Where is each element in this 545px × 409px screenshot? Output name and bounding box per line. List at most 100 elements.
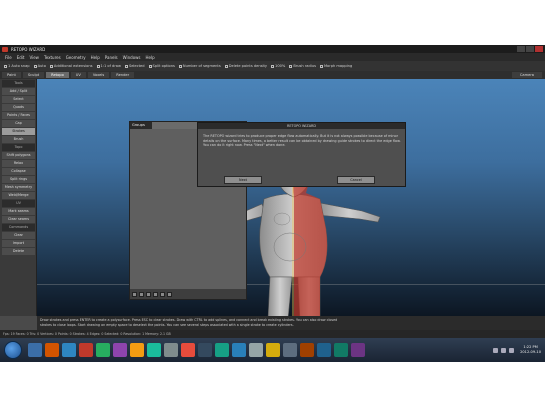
next-button[interactable]: Next [224, 176, 262, 184]
tool-button[interactable]: Weld/Merge [2, 192, 35, 199]
close-icon[interactable] [535, 46, 543, 52]
tab-retopo[interactable]: Retopo [46, 72, 69, 78]
maximize-icon[interactable] [526, 46, 534, 52]
add-group-icon[interactable] [132, 291, 137, 297]
menu-item[interactable]: Help [146, 55, 155, 60]
taskbar-app-icon[interactable] [45, 343, 59, 357]
tool-button[interactable]: Clear seams [2, 216, 35, 223]
menu-item[interactable]: Panels [105, 55, 118, 60]
taskbar-app-icon[interactable] [113, 343, 127, 357]
option-toggle[interactable]: 1 Auto snap [4, 64, 30, 68]
option-toggle[interactable]: 100% [271, 64, 285, 68]
option-label: 100% [275, 64, 286, 68]
taskbar-app-icon[interactable] [79, 343, 93, 357]
option-toggle[interactable]: Number of segments [178, 64, 221, 68]
tool-button[interactable]: Collapse [2, 168, 35, 175]
menu-item[interactable]: Textures [44, 55, 61, 60]
taskbar-app-icon[interactable] [181, 343, 195, 357]
camera-dropdown[interactable]: Camera [511, 72, 542, 78]
tab-voxels[interactable]: Voxels [87, 72, 110, 78]
taskbar-app-icon[interactable] [96, 343, 110, 357]
cancel-button[interactable]: Cancel [337, 176, 375, 184]
tab-sculpt[interactable]: Sculpt [22, 72, 45, 78]
eye-icon[interactable] [146, 291, 151, 297]
menu-item[interactable]: File [5, 55, 12, 60]
tool-button[interactable]: Import [2, 240, 35, 247]
tool-button[interactable]: Shift polygons [2, 152, 35, 159]
taskbar-app-icon[interactable] [283, 343, 297, 357]
taskbar-app-icon[interactable] [232, 343, 246, 357]
taskbar-app-icon[interactable] [130, 343, 144, 357]
taskbar-app-icon[interactable] [198, 343, 212, 357]
menu-item[interactable]: Edit [17, 55, 25, 60]
menu-bar: File Edit View Textures Geometry Help Panels Wi… [0, 53, 545, 61]
menu-item[interactable]: Geometry [66, 55, 86, 60]
tool-button[interactable]: Relax [2, 160, 35, 167]
taskbar-app-icon[interactable] [62, 343, 76, 357]
taskbar-app-icon[interactable] [164, 343, 178, 357]
tool-button[interactable]: Quads [2, 104, 35, 111]
lock-icon[interactable] [153, 291, 158, 297]
tab-uv[interactable]: UV [70, 72, 86, 78]
taskbar-app-icon[interactable] [249, 343, 263, 357]
taskbar-app-icon[interactable] [266, 343, 280, 357]
start-button[interactable] [4, 341, 22, 359]
option-toggle[interactable]: Brush radius [289, 64, 316, 68]
taskbar-app-icon[interactable] [300, 343, 314, 357]
taskbar-app-icon[interactable] [28, 343, 42, 357]
tool-button[interactable]: Split rings [2, 176, 35, 183]
tool-button[interactable]: Clear [2, 232, 35, 239]
taskbar-app-icon[interactable] [317, 343, 331, 357]
network-icon[interactable] [501, 347, 507, 353]
option-toggle[interactable]: 1:1 of draw [96, 64, 121, 68]
tool-button[interactable]: Mark seams [2, 208, 35, 215]
tool-button[interactable]: Strokes [2, 128, 35, 135]
tab-render[interactable]: Render [111, 72, 135, 78]
option-label: Morph mapping [323, 64, 353, 68]
option-toggle[interactable]: Auto [33, 64, 46, 68]
groups-toolbar [130, 289, 246, 299]
checkbox-icon[interactable] [33, 64, 37, 68]
checkbox-icon[interactable] [96, 64, 100, 68]
option-toggle[interactable]: Selected [124, 64, 145, 68]
checkbox-icon[interactable] [289, 64, 293, 68]
menu-item[interactable]: View [29, 55, 39, 60]
checkbox-icon[interactable] [49, 64, 53, 68]
checkbox-icon[interactable] [224, 64, 228, 68]
3d-viewport[interactable]: Groups RETOPO WIZARD The RETOPO wizard t… [37, 79, 545, 316]
folder-icon[interactable] [139, 291, 144, 297]
option-label: Brush radius [293, 64, 316, 68]
option-toggle[interactable]: Delete points density [224, 64, 267, 68]
tool-button[interactable]: Delete [2, 248, 35, 255]
clock[interactable]: 1:22 PM 2012-09-10 [520, 345, 541, 355]
option-toggle[interactable]: Morph mapping [319, 64, 353, 68]
menu-item[interactable]: Windows [123, 55, 141, 60]
tools-panel: Tools Add / Split Select Quads Points / Face… [0, 79, 37, 316]
tool-button[interactable]: Brush [2, 136, 35, 143]
checkbox-icon[interactable] [178, 64, 182, 68]
checkbox-icon[interactable] [148, 64, 152, 68]
checkbox-icon[interactable] [271, 64, 275, 68]
flag-icon[interactable] [493, 347, 499, 353]
taskbar-app-icon[interactable] [215, 343, 229, 357]
volume-icon[interactable] [509, 347, 515, 353]
tool-button[interactable]: Select [2, 96, 35, 103]
checkbox-icon[interactable] [124, 64, 128, 68]
tool-button[interactable]: Add / Split [2, 88, 35, 95]
tool-button[interactable]: Cap [2, 120, 35, 127]
option-toggle[interactable]: Split options [148, 64, 175, 68]
tab-paint[interactable]: Paint [2, 72, 21, 78]
taskbar-app-icon[interactable] [334, 343, 348, 357]
taskbar-app-icon[interactable] [147, 343, 161, 357]
minimize-icon[interactable] [517, 46, 525, 52]
option-toggle[interactable]: Additional extensions [49, 64, 93, 68]
menu-item[interactable]: Help [91, 55, 100, 60]
taskbar-app-icon[interactable] [351, 343, 365, 357]
tool-button[interactable]: Mesh symmetry [2, 184, 35, 191]
settings-icon[interactable] [167, 291, 172, 297]
checkbox-icon[interactable] [4, 64, 7, 68]
delete-icon[interactable] [160, 291, 165, 297]
tool-button[interactable]: Points / Faces [2, 112, 35, 119]
dialog-message: The RETOPO wizard tries to produce prope… [203, 134, 401, 147]
checkbox-icon[interactable] [319, 64, 323, 68]
